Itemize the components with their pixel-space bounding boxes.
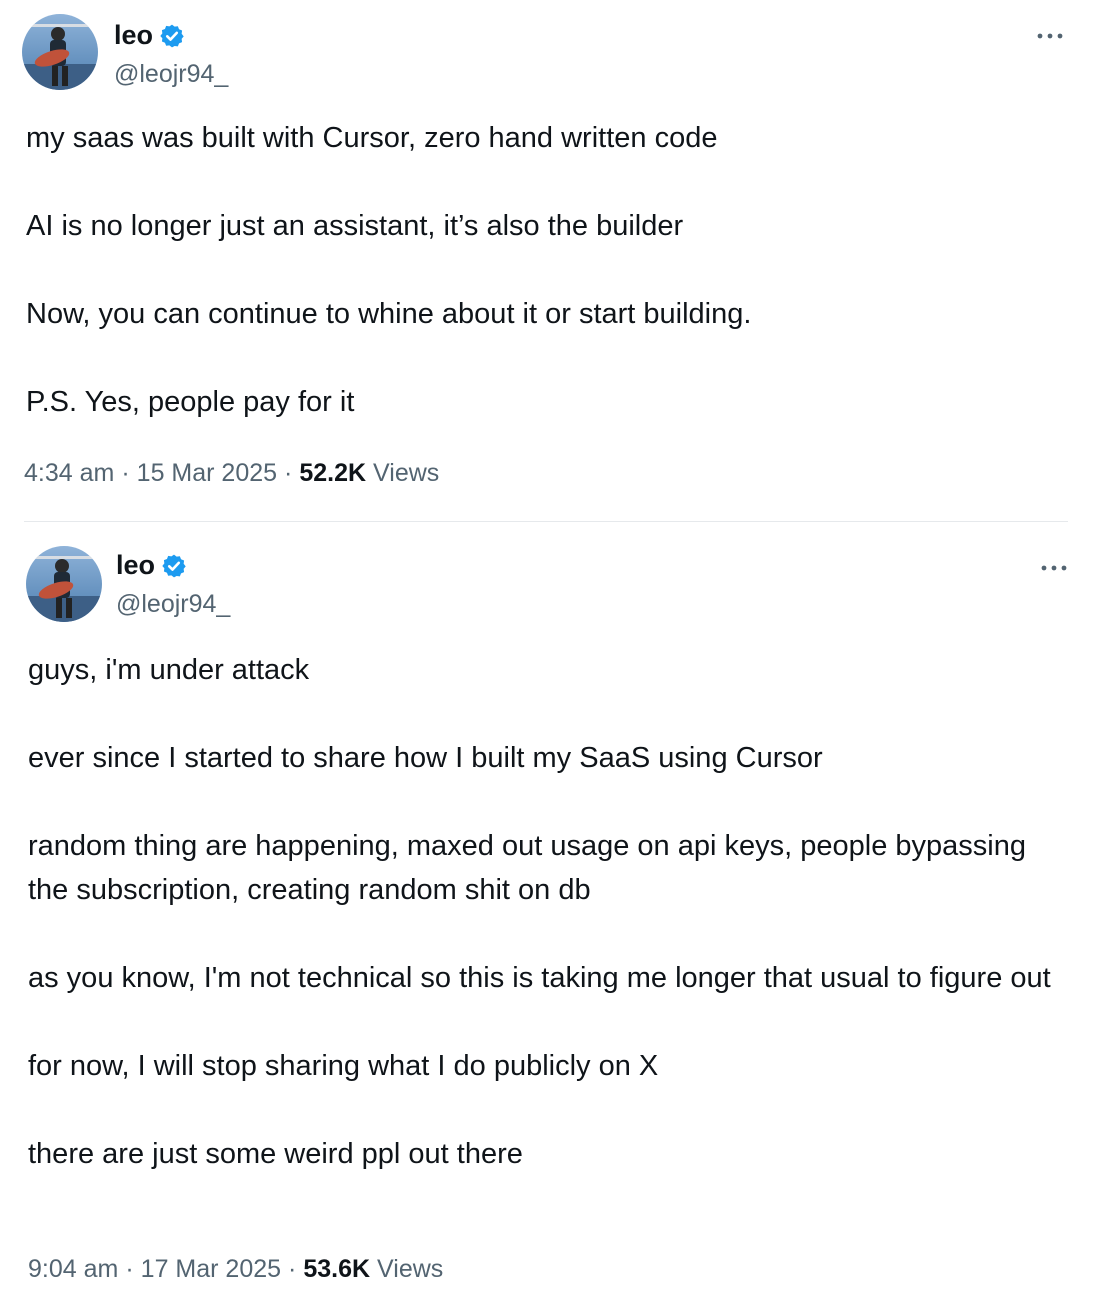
tweet-text: my saas was built with Cursor, zero hand… [26, 116, 1066, 424]
tweet-paragraph: AI is no longer just an assistant, it’s … [26, 210, 684, 242]
tweet-paragraph: for now, I will stop sharing what I do p… [28, 1050, 659, 1082]
tweet-paragraph: there are just some weird ppl out there [28, 1138, 523, 1170]
more-options-icon[interactable] [1030, 26, 1070, 46]
tweet-paragraph: random thing are happening, maxed out us… [28, 830, 1026, 906]
tweet-metadata: 9:04 am · 17 Mar 2025 · 53.6K Views [28, 1255, 443, 1284]
avatar-photo-icon [22, 14, 98, 90]
tweet-metadata: 4:34 am · 15 Mar 2025 · 52.2K Views [24, 459, 439, 488]
views-count: 52.2K [299, 459, 367, 487]
author-name-row[interactable]: leo [114, 20, 185, 51]
display-name[interactable]: leo [114, 20, 153, 51]
user-handle[interactable]: @leojr94_ [116, 590, 230, 619]
tweet[interactable]: leo @leojr94_ guys, i'm under attack eve… [0, 524, 1100, 1298]
separator-dot: · [284, 459, 293, 487]
verified-badge-icon [161, 553, 187, 579]
views-label: Views [377, 1255, 444, 1283]
author-name-row[interactable]: leo [116, 550, 187, 581]
views-label: Views [373, 459, 440, 487]
tweet-text: guys, i'm under attack ever since I star… [28, 648, 1068, 1176]
tweet-date[interactable]: 15 Mar 2025 [137, 459, 277, 487]
user-handle[interactable]: @leojr94_ [114, 60, 228, 89]
more-options-icon[interactable] [1034, 558, 1074, 578]
tweet-paragraph: ever since I started to share how I buil… [28, 742, 823, 774]
tweet[interactable]: leo @leojr94_ my saas was built with Cur… [0, 0, 1100, 522]
views-count: 53.6K [303, 1255, 371, 1283]
separator-dot: · [288, 1255, 297, 1283]
avatar[interactable] [26, 546, 102, 622]
tweet-paragraph: as you know, I'm not technical so this i… [28, 962, 1051, 994]
tweet-paragraph: guys, i'm under attack [28, 654, 310, 686]
tweet-divider [24, 521, 1068, 522]
separator-dot: · [125, 1255, 134, 1283]
separator-dot: · [121, 459, 130, 487]
tweet-time[interactable]: 4:34 am [24, 459, 114, 487]
tweet-paragraph: Now, you can continue to whine about it … [26, 298, 752, 330]
tweet-paragraph: my saas was built with Cursor, zero hand… [26, 122, 718, 154]
verified-badge-icon [159, 23, 185, 49]
avatar-photo-icon [26, 546, 102, 622]
tweet-date[interactable]: 17 Mar 2025 [141, 1255, 281, 1283]
display-name[interactable]: leo [116, 550, 155, 581]
tweet-paragraph: P.S. Yes, people pay for it [26, 386, 355, 418]
tweet-time[interactable]: 9:04 am [28, 1255, 118, 1283]
avatar[interactable] [22, 14, 98, 90]
